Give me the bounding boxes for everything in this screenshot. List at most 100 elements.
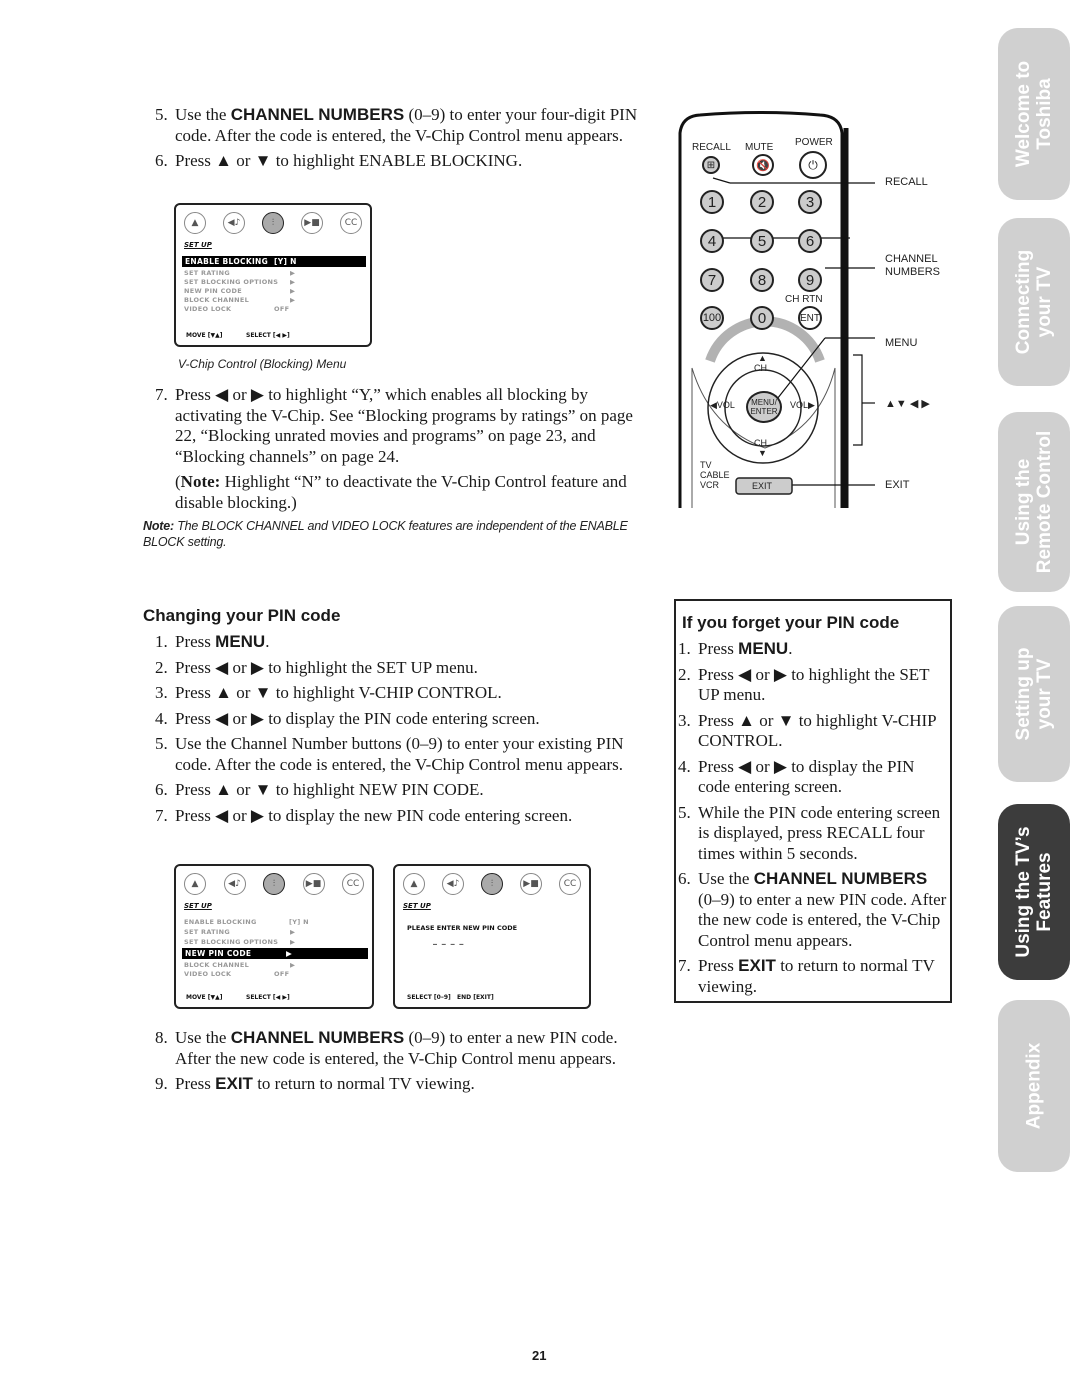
num-button-3[interactable]: 3 (798, 190, 822, 214)
num-button-8[interactable]: 8 (750, 268, 774, 292)
ch-rtn-label: CH RTN (785, 294, 823, 305)
osd-row: ENABLE BLOCKING [Y] N (184, 918, 309, 926)
osd-vchip-blocking-menu: ▲ ◀♪ ⫶ ▶■ CC SET UP ENABLE BLOCKING [Y] N… (174, 203, 372, 347)
step-item: 7. Press EXIT to return to normal TV view… (678, 956, 935, 996)
step-item: 4. Press ◀ or ▶ to display the PIN code e… (678, 756, 915, 797)
recall-label: RECALL (692, 142, 731, 153)
vol-right-label[interactable]: VOL▶ (790, 400, 815, 411)
num-button-1[interactable]: 1 (700, 190, 724, 214)
tab-using-the-remote-control[interactable]: Using the Remote Control (998, 412, 1070, 592)
osd-row: NEW PIN CODE ▶ (182, 948, 368, 959)
ch-up-label: CH (754, 363, 767, 373)
num-button-5[interactable]: 5 (750, 229, 774, 253)
exit-button[interactable]: EXIT (752, 481, 772, 491)
picture-icon: ▲ (403, 873, 425, 895)
audio-icon: ◀♪ (442, 873, 464, 895)
num-button-0[interactable]: 0 (750, 306, 774, 330)
ent-button[interactable]: ENT (798, 306, 822, 330)
step-item: 5. Use the Channel Number buttons (0–9) t… (155, 734, 624, 774)
mode-vcr-label[interactable]: VCR (700, 480, 719, 490)
tab-label: Using the Remote Control (1013, 430, 1055, 574)
menu-enter-button[interactable]: MENU/ ENTER (746, 391, 782, 423)
audio-icon: ◀♪ (223, 873, 246, 895)
num-button-6[interactable]: 6 (798, 229, 822, 253)
callout-menu: MENU (885, 337, 918, 349)
tab-label: Appendix (1023, 1042, 1045, 1130)
osd-new-pin-menu: ▲ ◀♪ ⫶ ▶■ CC SET UP ENABLE BLOCKING [Y] N… (174, 864, 374, 1009)
osd-prompt: PLEASE ENTER NEW PIN CODE (407, 924, 518, 932)
osd-footer-move: MOVE [▼▲] (186, 332, 223, 339)
step-item: 5. Use the CHANNEL NUMBERS (0–9) to enter… (155, 105, 638, 145)
camera-icon: ▶■ (301, 212, 323, 234)
osd-row: BLOCK CHANNEL ▶ (184, 296, 296, 304)
vol-left-arrow-icon: ◀ (710, 400, 717, 410)
mode-cable-label[interactable]: CABLE (700, 470, 730, 480)
forgot-pin-box: If you forget your PIN code 1. Press MENU… (674, 599, 952, 1003)
vol-left-label[interactable]: ◀VOL (710, 400, 735, 411)
tab-label: Setting up your TV (1013, 647, 1055, 741)
callout-recall: RECALL (885, 176, 928, 188)
ch-up-arrow-icon[interactable]: ▲ (758, 353, 767, 363)
num-button-2[interactable]: 2 (750, 190, 774, 214)
osd-footer-select: SELECT [◀ ▶] (246, 332, 290, 339)
osd-footer: SELECT [0–9] END [EXIT] (407, 994, 494, 1001)
step-item: 6. Press ▲ or ▼ to highlight ENABLE BLOCK… (155, 151, 523, 170)
forgot-pin-steps: 1. Press MENU. 2. Press ◀ or ▶ to highligh… (666, 639, 948, 1002)
step-item: 9. Press EXIT to return to normal TV view… (155, 1074, 475, 1093)
pin-placeholder: _ _ _ _ (433, 936, 465, 945)
picture-icon: ▲ (184, 212, 206, 234)
step-item: 1. Press MENU. (678, 639, 793, 658)
tab-label: Using the TV’s Features (1013, 826, 1055, 958)
osd-title: SET UP (184, 902, 212, 910)
tab-welcome-to-toshiba[interactable]: Welcome to Toshiba (998, 28, 1070, 200)
forgot-pin-heading: If you forget your PIN code (682, 613, 900, 632)
setup-icon: ⫶ (262, 212, 284, 234)
cc-icon: CC (342, 873, 364, 895)
power-button[interactable]: ⏻ (799, 151, 827, 179)
page-number: 21 (532, 1348, 547, 1363)
step-item: 7. Press ◀ or ▶ to highlight “Y,” which e… (155, 385, 633, 466)
osd-row: VIDEO LOCK OFF (184, 305, 290, 313)
step-item: 4. Press ◀ or ▶ to display the PIN code e… (155, 708, 540, 728)
changing-pin-heading: Changing your PIN code (143, 606, 341, 625)
num-button-4[interactable]: 4 (700, 229, 724, 253)
num-button-9[interactable]: 9 (798, 268, 822, 292)
osd-icon-bar: ▲ ◀♪ ⫶ ▶■ CC (403, 873, 581, 899)
osd-title: SET UP (403, 902, 431, 910)
camera-icon: ▶■ (520, 873, 542, 895)
tab-appendix[interactable]: Appendix (998, 1000, 1070, 1172)
mute-button[interactable]: 🔇 (752, 154, 774, 176)
osd-footer-select: SELECT [◀ ▶] (246, 994, 290, 1001)
step-item: 3. Press ▲ or ▼ to highlight V-CHIP CONTR… (155, 683, 502, 702)
num-button-7[interactable]: 7 (700, 268, 724, 292)
cc-icon: CC (559, 873, 581, 895)
audio-icon: ◀♪ (223, 212, 245, 234)
step-item: 1. Press MENU. (155, 632, 270, 651)
step-item: 3. Press ▲ or ▼ to highlight V-CHIP CONTR… (678, 710, 936, 751)
tab-using-the-tvs-features[interactable]: Using the TV’s Features (998, 804, 1070, 980)
step-item: 6. Use the CHANNEL NUMBERS (0–9) to enter… (678, 869, 947, 950)
osd-row: BLOCK CHANNEL ▶ (184, 961, 296, 969)
cc-icon: CC (340, 212, 362, 234)
num-button-100[interactable]: 100 (700, 306, 724, 330)
remote-illustration: RECALL MUTE POWER ⊞ 🔇 ⏻ 1 2 3 4 5 6 7 8 … (670, 108, 960, 513)
callout-channel-numbers: CHANNEL NUMBERS (885, 253, 941, 278)
tab-setting-up-your-tv[interactable]: Setting up your TV (998, 606, 1070, 782)
callout-arrows: ▲▼ ◀ ▶ (885, 398, 930, 410)
osd-row: NEW PIN CODE ▶ (184, 287, 296, 295)
callout-exit: EXIT (885, 479, 910, 491)
osd-row: SET RATING ▶ (184, 269, 296, 277)
mute-label: MUTE (745, 142, 774, 153)
tab-connecting-your-tv[interactable]: Connecting your TV (998, 218, 1070, 386)
step7-block: 7. Press ◀ or ▶ to highlight “Y,” which e… (143, 385, 648, 513)
tab-label: Welcome to Toshiba (1013, 60, 1055, 168)
osd-icon-bar: ▲ ◀♪ ⫶ ▶■ CC (184, 212, 362, 238)
ch-down-arrow-icon[interactable]: ▼ (758, 448, 767, 458)
vol-right-arrow-icon: ▶ (808, 400, 815, 410)
recall-button[interactable]: ⊞ (702, 156, 720, 174)
osd-row: SET BLOCKING OPTIONS ▶ (184, 938, 296, 946)
mode-tv-label[interactable]: TV (700, 460, 712, 470)
step7-note: (Note: Highlight “N” to deactivate the V… (175, 472, 627, 512)
ch-down-label: CH (754, 438, 767, 448)
step-item: 2. Press ◀ or ▶ to highlight the SET UP m… (155, 657, 478, 677)
